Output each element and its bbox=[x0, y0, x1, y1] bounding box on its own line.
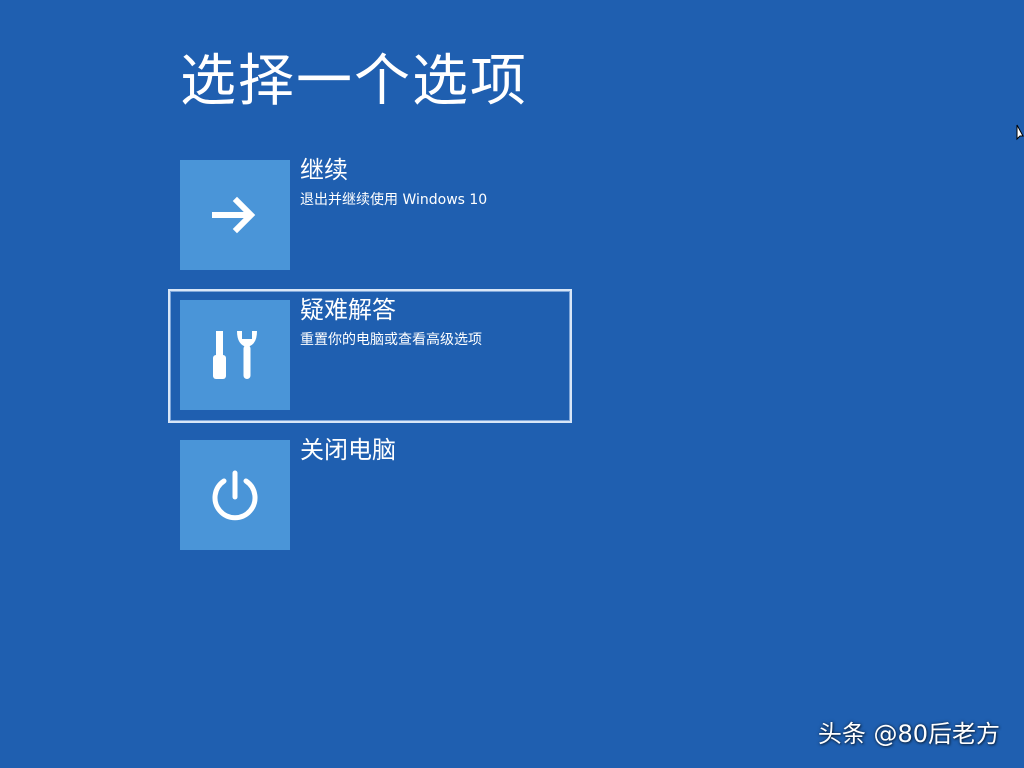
continue-option[interactable]: 继续 退出并继续使用 Windows 10 bbox=[168, 156, 572, 294]
continue-tile[interactable] bbox=[180, 160, 290, 270]
options-list: 继续 退出并继续使用 Windows 10 疑难解答 重置你的电脑或查看高级选项… bbox=[0, 0, 1024, 768]
troubleshoot-description: 重置你的电脑或查看高级选项 bbox=[300, 332, 482, 348]
troubleshoot-tile[interactable] bbox=[180, 300, 290, 410]
continue-title: 继续 bbox=[300, 156, 348, 184]
troubleshoot-title: 疑难解答 bbox=[300, 296, 396, 324]
shutdown-title: 关闭电脑 bbox=[300, 436, 396, 464]
shutdown-tile[interactable] bbox=[180, 440, 290, 550]
mouse-cursor-icon bbox=[1016, 124, 1024, 141]
watermark-text: 头条 @80后老方 bbox=[817, 720, 1000, 748]
arrow-right-icon bbox=[212, 196, 256, 234]
continue-description: 退出并继续使用 Windows 10 bbox=[300, 192, 488, 208]
tools-icon bbox=[213, 331, 257, 379]
shutdown-option[interactable]: 关闭电脑 bbox=[168, 436, 572, 574]
power-icon bbox=[212, 470, 258, 521]
troubleshoot-option[interactable]: 疑难解答 重置你的电脑或查看高级选项 bbox=[168, 289, 572, 423]
